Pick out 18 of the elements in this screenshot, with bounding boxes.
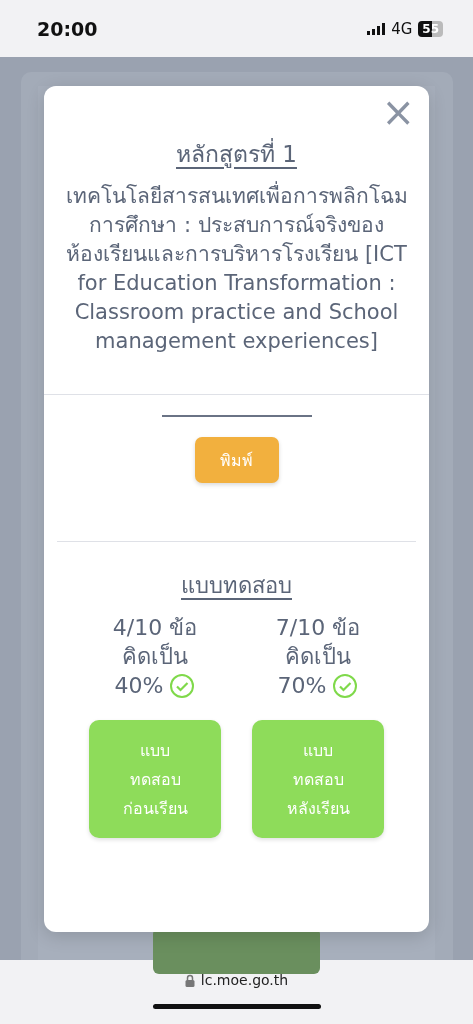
quiz-button[interactable]: แบบทดสอบก่อนเรียน	[89, 720, 221, 838]
quiz-percent: 70%	[277, 672, 327, 700]
quiz-percent: 40%	[114, 672, 164, 700]
lock-icon	[184, 973, 195, 987]
close-button[interactable]: ×	[377, 92, 419, 132]
score-label: คิดเป็น	[285, 642, 351, 671]
print-button[interactable]: พิมพ์	[194, 437, 279, 483]
clock: 20:00	[37, 17, 98, 40]
quiz-score: 4/10 ข้อ	[112, 614, 198, 642]
url-address[interactable]: lc.moe.go.th	[200, 972, 289, 988]
signal-icon	[367, 22, 386, 35]
network-label: 4G	[391, 19, 413, 38]
course-title: หลักสูตรที่ 1	[176, 136, 297, 172]
course-description: เทคโนโลยีสารสนเทศเพื่อการพลิกโฉมการศึกษา : ประสบการณ์จริงของห้องเรียนและการบริหารโรงเรียน [ICT for Education Transformation : Classroom practice and School management experiences]	[44, 182, 429, 356]
score-label: คิดเป็น	[122, 642, 188, 671]
quiz-heading: แบบทดสอบ	[181, 572, 292, 600]
quiz-score: 7/10 ข้อ	[275, 614, 361, 642]
quiz-button[interactable]: แบบทดสอบหลังเรียน	[252, 720, 384, 838]
